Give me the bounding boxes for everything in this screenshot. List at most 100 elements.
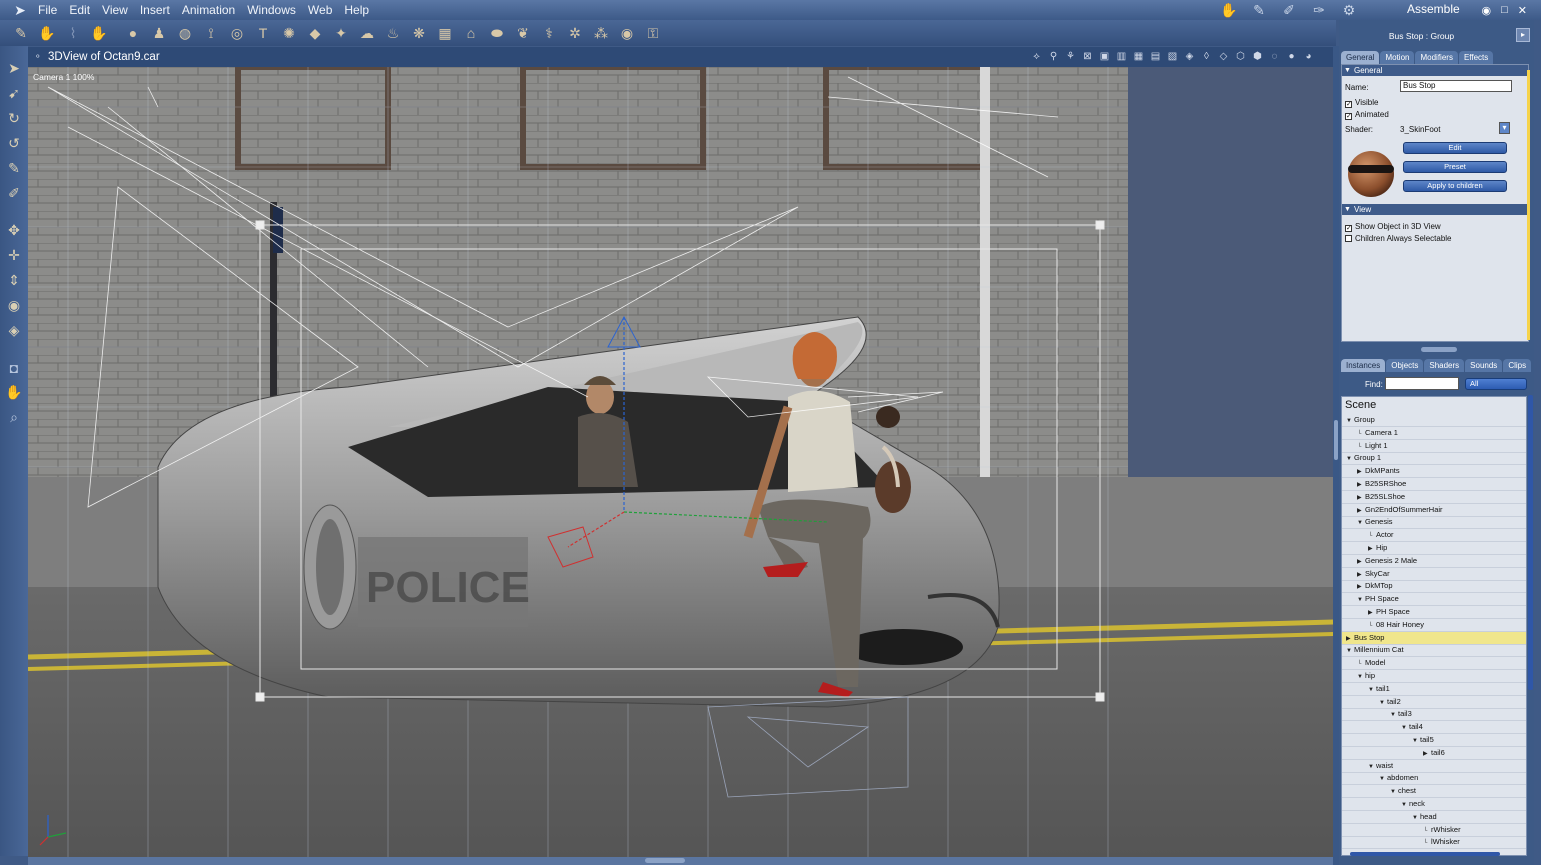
expand-down-icon[interactable]: ▼ bbox=[1379, 773, 1387, 785]
tree-item[interactable]: ▼ chest bbox=[1390, 785, 1416, 797]
camera-front-icon[interactable]: ◈ bbox=[1183, 50, 1196, 63]
expand-down-icon[interactable]: ▼ bbox=[1346, 453, 1354, 465]
visible-row[interactable]: ✓ Visible bbox=[1345, 98, 1378, 108]
shading-box-icon[interactable]: ⬡ bbox=[1234, 50, 1247, 63]
light-icon[interactable]: ✦ bbox=[328, 21, 354, 45]
shading-texture-icon[interactable]: ◕ bbox=[1302, 50, 1315, 63]
tab-effects[interactable]: Effects bbox=[1458, 51, 1494, 64]
move-icon[interactable]: ✥ bbox=[2, 218, 26, 243]
globe-icon[interactable]: ◍ bbox=[172, 21, 198, 45]
preset-button[interactable]: Preset bbox=[1403, 161, 1507, 173]
pin-icon[interactable]: ▸ bbox=[1516, 28, 1530, 42]
expand-right-icon[interactable]: ▶ bbox=[1357, 492, 1365, 504]
sphere-icon[interactable]: ● bbox=[120, 21, 146, 45]
tree-item[interactable]: ▶ PH Space bbox=[1368, 606, 1410, 618]
name-field[interactable]: Bus Stop bbox=[1400, 80, 1512, 92]
move-xz-icon[interactable]: ✛ bbox=[2, 243, 26, 268]
view-section-header[interactable]: View bbox=[1342, 204, 1528, 215]
expand-down-icon[interactable]: ▼ bbox=[1357, 517, 1365, 529]
room-gear-icon[interactable]: ⚙ bbox=[1337, 1, 1361, 19]
tree-item[interactable]: ▼ tail5 bbox=[1412, 734, 1434, 746]
expand-down-icon[interactable]: ▼ bbox=[1390, 709, 1398, 721]
expand-down-icon[interactable]: ▼ bbox=[1346, 415, 1354, 427]
menu-edit[interactable]: Edit bbox=[63, 0, 96, 20]
tab-shaders[interactable]: Shaders bbox=[1424, 359, 1465, 372]
layout-5-icon[interactable]: ▧ bbox=[1166, 50, 1179, 63]
figure-icon[interactable]: ♟ bbox=[146, 21, 172, 45]
tree-item[interactable]: ▼ tail1 bbox=[1368, 683, 1390, 695]
shading-flat-icon[interactable]: ◌ bbox=[1268, 50, 1281, 63]
expand-down-icon[interactable]: ▼ bbox=[1357, 671, 1365, 683]
eye-icon[interactable]: ◉ bbox=[1482, 4, 1492, 17]
tree-item[interactable]: ▼ Group 1 bbox=[1346, 452, 1381, 464]
show-object-row[interactable]: ✓ Show Object in 3D View bbox=[1345, 222, 1441, 232]
expand-right-icon[interactable]: ▶ bbox=[1357, 581, 1365, 593]
pan-icon[interactable]: ✋ bbox=[34, 21, 60, 45]
expand-right-icon[interactable]: ▶ bbox=[1346, 633, 1354, 645]
tab-instances[interactable]: Instances bbox=[1341, 359, 1386, 372]
scale-icon[interactable]: ◈ bbox=[2, 318, 26, 343]
find-filter-select[interactable]: All bbox=[1465, 378, 1527, 390]
expand-down-icon[interactable]: ▼ bbox=[1379, 697, 1387, 709]
arrow-direct-icon[interactable]: ➹ bbox=[2, 81, 26, 106]
3d-viewport[interactable]: Camera 1 100% POLICE bbox=[28, 67, 1333, 857]
expand-down-icon[interactable]: ▼ bbox=[1357, 594, 1365, 606]
zoom-icon[interactable]: ⌕ bbox=[2, 405, 26, 430]
room-hand-icon[interactable]: ✋ bbox=[1217, 1, 1241, 19]
expand-down-icon[interactable]: ▼ bbox=[1368, 761, 1376, 773]
expand-down-icon[interactable]: ▼ bbox=[1346, 645, 1354, 657]
layout-1-icon[interactable]: ▣ bbox=[1098, 50, 1111, 63]
menu-help[interactable]: Help bbox=[338, 0, 375, 20]
expand-right-icon[interactable]: ▶ bbox=[1357, 505, 1365, 517]
bone-icon[interactable]: ⟟ bbox=[198, 21, 224, 45]
tree-item[interactable]: ▶ SkyCar bbox=[1357, 568, 1390, 580]
room-sketch-icon[interactable]: ✎ bbox=[1247, 1, 1271, 19]
tree-item[interactable]: ▼ neck bbox=[1401, 798, 1425, 810]
tree-item[interactable]: ▶ B25SRShoe bbox=[1357, 478, 1406, 490]
nodes-icon[interactable]: ⁂ bbox=[588, 21, 614, 45]
tree-item[interactable]: ▼ Millennium Cat bbox=[1346, 644, 1404, 656]
menu-animation[interactable]: Animation bbox=[176, 0, 241, 20]
view-pin-icon[interactable]: ⚬ bbox=[34, 51, 42, 62]
target-icon[interactable]: ◎ bbox=[224, 21, 250, 45]
shader-dropdown-icon[interactable]: ▾ bbox=[1499, 122, 1510, 134]
tree-item[interactable]: └ Camera 1 bbox=[1357, 427, 1398, 439]
arrow-select-icon[interactable]: ➤ bbox=[2, 56, 26, 81]
gear-icon[interactable]: ✺ bbox=[276, 21, 302, 45]
menu-web[interactable]: Web bbox=[302, 0, 338, 20]
camera-icon[interactable]: ◘ bbox=[2, 355, 26, 380]
tree-item[interactable]: ▼ waist bbox=[1368, 760, 1393, 772]
show-object-checkbox[interactable]: ✓ bbox=[1345, 225, 1352, 232]
tree-item[interactable]: ▶ Hip bbox=[1368, 542, 1387, 554]
tree-item[interactable]: └ Actor bbox=[1368, 529, 1394, 541]
properties-scrollbar[interactable] bbox=[1527, 70, 1530, 340]
tree-item[interactable]: ▶ Genesis 2 Male bbox=[1357, 555, 1417, 567]
expand-right-icon[interactable]: ▶ bbox=[1368, 607, 1376, 619]
close-icon[interactable]: ✕ bbox=[1518, 4, 1527, 17]
layout-2-icon[interactable]: ▥ bbox=[1115, 50, 1128, 63]
rotate-icon[interactable]: ↻ bbox=[2, 106, 26, 131]
ring-icon[interactable]: ◉ bbox=[614, 21, 640, 45]
tree-item[interactable]: ▼ Group bbox=[1346, 414, 1375, 426]
tree-item[interactable]: ▼ hip bbox=[1357, 670, 1375, 682]
tree-item[interactable]: ▼ Genesis bbox=[1357, 516, 1393, 528]
expand-down-icon[interactable]: ▼ bbox=[1412, 735, 1420, 747]
expand-right-icon[interactable]: ▶ bbox=[1357, 556, 1365, 568]
tree-item[interactable]: ▶ B25SLShoe bbox=[1357, 491, 1405, 503]
divider-grip[interactable] bbox=[1334, 420, 1338, 460]
shading-smooth-icon[interactable]: ● bbox=[1285, 50, 1298, 63]
expand-down-icon[interactable]: ▼ bbox=[1401, 722, 1409, 734]
hand-pan-icon[interactable]: ✋ bbox=[2, 380, 26, 405]
menu-windows[interactable]: Windows bbox=[241, 0, 302, 20]
find-input[interactable] bbox=[1385, 377, 1459, 390]
hand-icon[interactable]: ✋ bbox=[86, 21, 112, 45]
plane-icon[interactable]: ◆ bbox=[302, 21, 328, 45]
visible-checkbox[interactable]: ✓ bbox=[1345, 101, 1352, 108]
animated-row[interactable]: ✓ Animated bbox=[1345, 110, 1389, 120]
tab-modifiers[interactable]: Modifiers bbox=[1415, 51, 1458, 64]
expand-right-icon[interactable]: ▶ bbox=[1357, 466, 1365, 478]
room-render-icon[interactable]: ✑ bbox=[1307, 1, 1331, 19]
expand-down-icon[interactable]: ▼ bbox=[1412, 812, 1420, 824]
menu-insert[interactable]: Insert bbox=[134, 0, 176, 20]
children-selectable-checkbox[interactable] bbox=[1345, 235, 1352, 242]
